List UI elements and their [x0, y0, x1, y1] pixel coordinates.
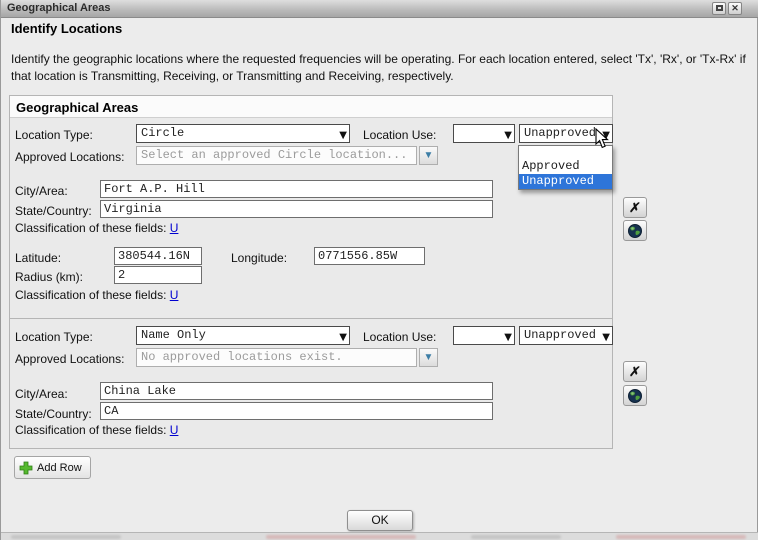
- location-use-label: Location Use:: [363, 330, 437, 344]
- location-use-select-1[interactable]: ▼: [453, 124, 515, 143]
- state-input-2[interactable]: [100, 402, 493, 420]
- classification-link[interactable]: U: [170, 423, 179, 437]
- globe-icon: [628, 224, 642, 238]
- location-use-label: Location Use:: [363, 128, 437, 142]
- dialog-titlebar: Geographical Areas ✕: [1, 0, 758, 18]
- classification-link[interactable]: U: [170, 288, 179, 302]
- approved-locations-combo-1[interactable]: Select an approved Circle location...: [136, 146, 417, 165]
- delete-row-button-2[interactable]: ✗: [623, 361, 647, 382]
- status-option-unapproved[interactable]: Unapproved: [519, 174, 612, 189]
- classification-label: Classification of these fields:: [15, 423, 170, 437]
- globe-icon: [628, 389, 642, 403]
- intro-text: Identify the geographic locations where …: [11, 52, 746, 83]
- ok-button[interactable]: OK: [347, 510, 413, 531]
- chevron-down-icon: ▼: [339, 130, 347, 141]
- classification-label: Classification of these fields:: [15, 221, 170, 235]
- add-row-button[interactable]: Add Row: [14, 456, 91, 479]
- city-input-2[interactable]: [100, 382, 493, 400]
- chevron-down-icon: ▼: [339, 332, 347, 343]
- status-select-2[interactable]: Unapproved ▼: [519, 326, 613, 345]
- chevron-down-icon: ▼: [602, 332, 610, 343]
- radius-input[interactable]: [114, 266, 202, 284]
- state-input-1[interactable]: [100, 200, 493, 218]
- dialog-title: Geographical Areas: [7, 2, 111, 14]
- status-option-approved[interactable]: Approved: [519, 159, 612, 174]
- longitude-label: Longitude:: [231, 251, 288, 265]
- city-label: City/Area:: [15, 184, 68, 198]
- panel-title: Geographical Areas: [10, 96, 612, 118]
- status-dropdown-popup: Approved Unapproved: [518, 145, 613, 190]
- classification-line: Classification of these fields: U: [15, 423, 178, 437]
- location-type-select-2[interactable]: Name Only ▼: [136, 326, 350, 345]
- classification-line: Classification of these fields: U: [15, 221, 178, 235]
- section-divider: [9, 318, 613, 319]
- location-type-label: Location Type:: [15, 128, 93, 142]
- restore-icon: [715, 5, 723, 11]
- restore-button[interactable]: [712, 2, 726, 15]
- city-label: City/Area:: [15, 387, 68, 401]
- approved-locations-placeholder: No approved locations exist.: [141, 350, 343, 364]
- combo-chevron-icon: ▼: [423, 150, 434, 161]
- approved-locations-placeholder: Select an approved Circle location...: [141, 148, 408, 162]
- state-label: State/Country:: [15, 204, 92, 218]
- status-select-1[interactable]: Unapproved ▼: [519, 124, 613, 143]
- approved-locations-combo-2[interactable]: No approved locations exist.: [136, 348, 417, 367]
- location-type-value: Name Only: [141, 328, 206, 342]
- map-globe-button-2[interactable]: [623, 385, 647, 406]
- classification-line: Classification of these fields: U: [15, 288, 178, 302]
- chevron-down-icon: ▼: [504, 332, 512, 343]
- delete-x-icon: ✗: [628, 200, 642, 215]
- latitude-label: Latitude:: [15, 251, 62, 265]
- add-row-label: Add Row: [37, 461, 82, 474]
- classification-link[interactable]: U: [170, 221, 179, 235]
- approved-locations-label: Approved Locations:: [15, 150, 125, 164]
- radius-label: Radius (km):: [15, 270, 84, 284]
- close-icon: ✕: [731, 3, 739, 13]
- location-use-select-2[interactable]: ▼: [453, 326, 515, 345]
- approved-locations-dropdown-button-1[interactable]: ▼: [419, 146, 438, 165]
- page-title: Identify Locations: [11, 21, 123, 36]
- map-globe-button-1[interactable]: [623, 220, 647, 241]
- latitude-input[interactable]: [114, 247, 202, 265]
- location-type-label: Location Type:: [15, 330, 93, 344]
- approved-locations-dropdown-button-2[interactable]: ▼: [419, 348, 438, 367]
- location-type-select-1[interactable]: Circle ▼: [136, 124, 350, 143]
- status-option-blank[interactable]: [519, 146, 612, 159]
- state-label: State/Country:: [15, 407, 92, 421]
- longitude-input[interactable]: [314, 247, 425, 265]
- delete-row-button-1[interactable]: ✗: [623, 197, 647, 218]
- ok-label: OK: [371, 513, 389, 527]
- combo-chevron-icon: ▼: [423, 352, 434, 363]
- location-type-value: Circle: [141, 126, 185, 140]
- background-page-edge: [1, 532, 758, 540]
- geographical-areas-dialog: Geographical Areas ✕ Identify Locations …: [0, 0, 758, 540]
- status-value: Unapproved: [524, 126, 597, 140]
- chevron-down-icon: ▼: [504, 130, 512, 141]
- approved-locations-label: Approved Locations:: [15, 352, 125, 366]
- city-input-1[interactable]: [100, 180, 493, 198]
- chevron-down-icon: ▼: [602, 130, 610, 141]
- delete-x-icon: ✗: [628, 364, 642, 379]
- classification-label: Classification of these fields:: [15, 288, 170, 302]
- close-button[interactable]: ✕: [728, 2, 742, 15]
- status-value: Unapproved: [524, 328, 597, 342]
- plus-icon: [19, 461, 33, 474]
